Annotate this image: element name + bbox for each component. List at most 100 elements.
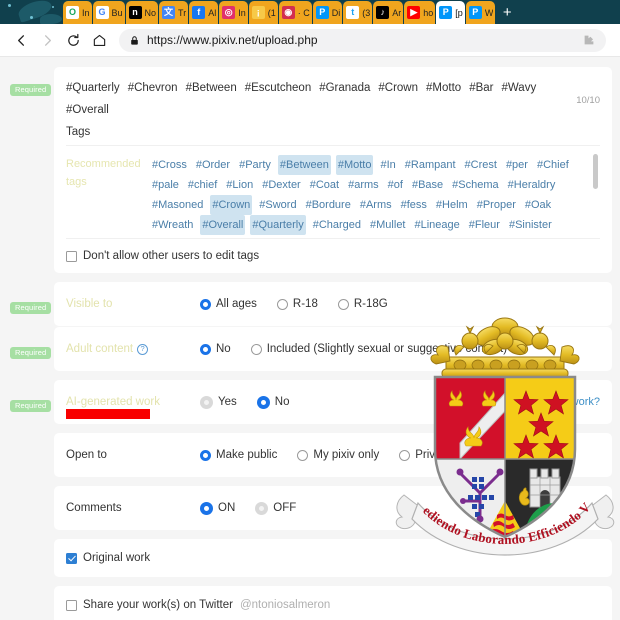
tag-chip[interactable]: #Crown [378,77,418,99]
browser-tab-4[interactable]: f Al [189,1,219,24]
recommended-tag[interactable]: #Masoned [150,195,205,215]
twitter-share-row[interactable]: Share your work(s) on Twitter @ntoniosal… [54,586,612,620]
adult-content-radio[interactable] [200,343,211,355]
visible-to-radio[interactable] [337,298,349,310]
recommended-tag[interactable]: #Crest [463,155,499,175]
browser-tab-7[interactable]: ◉ · C [278,1,312,24]
recommended-tag[interactable]: #Mullet [368,215,407,235]
home-icon[interactable] [86,27,112,53]
visible-to-option-2[interactable]: R-18G [337,298,388,310]
recommended-tag[interactable]: #Sinister [507,215,554,235]
recommended-tag[interactable]: #Helm [434,195,470,215]
ai-generated-option-0[interactable]: Yes [200,395,237,409]
recommended-tag[interactable]: #Overall [200,215,246,235]
recommended-tag[interactable]: #Decoration [353,235,416,236]
recommended-tag[interactable]: #Wreath [150,215,195,235]
recommended-tag[interactable]: #Chief [535,155,571,175]
recommended-tag[interactable]: #Crown [210,195,253,215]
visible-to-radio[interactable] [200,298,211,310]
recommended-tag[interactable]: #Bordure [304,195,353,215]
twitter-share-checkbox[interactable] [66,599,77,611]
tag-chip[interactable]: #Overall [66,99,109,121]
tags-input[interactable]: #Quarterly #Chevron #Between #Escutcheon #Gr… [66,77,600,143]
recommended-tag[interactable]: #Grand [226,235,267,236]
comments-radio-group[interactable]: ON OFF [200,501,600,515]
adult-content-option-1[interactable]: Included (Slightly sexual or suggestive … [250,343,507,355]
recommended-tag[interactable]: #Schema [450,175,500,195]
comments-radio[interactable] [255,501,269,515]
visible-to-option-1[interactable]: R-18 [276,298,318,310]
recommended-tag[interactable]: #Oak [523,195,553,215]
recommended-tag[interactable]: #Badge [489,235,531,236]
browser-tab-1[interactable]: G Bu [92,1,125,24]
recommended-tag[interactable]: #Heraldry [506,175,558,195]
adult-content-radio-group[interactable]: No Included (Slightly sexual or suggestiv… [200,343,600,355]
recommended-tag[interactable]: #Fleur [467,215,502,235]
question-mark-icon[interactable]: ? [137,343,149,355]
twitter-share-card[interactable]: Share your work(s) on Twitter @ntoniosal… [54,586,612,620]
recommended-tag[interactable]: #In [378,155,397,175]
recommended-tag[interactable]: #Dexter [260,175,303,195]
recommended-tag[interactable]: #Cross [150,155,189,175]
recommended-tag[interactable]: #Saltire [307,235,348,236]
comments-option-0[interactable]: ON [200,501,235,515]
back-arrow-icon[interactable] [8,27,34,53]
recommended-tag[interactable]: #Between [277,155,331,175]
recommended-tag[interactable]: #Motto [335,155,374,175]
browser-tab-0[interactable]: O In [63,1,92,24]
recommended-tag[interactable]: #fess [399,195,429,215]
recommended-tag[interactable]: #Base [410,175,445,195]
adult-content-radio[interactable] [250,343,262,355]
no-edit-tags-checkbox[interactable] [66,250,77,262]
recommended-tag[interactable]: #Order [194,155,232,175]
open-to-option-2[interactable]: Private [399,449,451,461]
browser-tab-10[interactable]: ♪ Ar [373,1,404,24]
ai-generated-option-1[interactable]: No [256,395,289,409]
open-to-option-0[interactable]: Make public [200,449,277,461]
recommended-tag[interactable]: #Party [237,155,273,175]
recommended-tag[interactable]: #of [386,175,405,195]
recommended-tag[interactable]: #Sword [257,195,298,215]
recommended-tag[interactable]: #pale [150,175,181,195]
tag-chip[interactable]: #Motto [426,77,461,99]
ai-generated-radio-group[interactable]: Yes No [200,395,465,409]
browser-tab-13[interactable]: PW [465,1,496,24]
bookmark-star-icon[interactable] [580,33,598,47]
original-work-checkbox[interactable] [66,552,77,564]
comments-radio[interactable] [200,501,213,515]
recommended-tag[interactable]: #chief [186,175,219,195]
original-work-card[interactable]: Original work [54,539,612,577]
recommended-tag[interactable]: #Arms [358,195,394,215]
open-to-radio-group[interactable]: Make public My pixiv only Private [200,449,600,461]
recommended-tag[interactable]: #Rampant [403,155,458,175]
what-is-ai-link[interactable]: What is AI-generated work? [465,396,600,408]
new-tab-button[interactable]: + [496,1,518,24]
recommended-tag[interactable]: #per [504,155,530,175]
tag-chip[interactable]: #Granada [319,77,370,99]
browser-tab-8[interactable]: P Di [312,1,343,24]
browser-tab-6[interactable]: ¡ (1 [248,1,278,24]
tags-card[interactable]: #Quarterly #Chevron #Between #Escutcheon #Gr… [54,67,612,273]
tag-chip[interactable]: #Quarterly [66,77,120,99]
ai-generated-radio[interactable] [200,395,213,409]
recommended-scrollbar[interactable] [593,154,598,228]
open-to-radio[interactable] [297,449,309,461]
no-edit-tags-row[interactable]: Don't allow other users to edit tags [66,238,600,273]
recommended-tag[interactable]: #Port [150,235,180,236]
recommended-tag[interactable]: #Sun [272,235,302,236]
open-to-radio[interactable] [399,449,411,461]
browser-tab-11[interactable]: ▶ ho [404,1,436,24]
recommended-tag[interactable]: #Lion [224,175,255,195]
tag-chip[interactable]: #Wavy [501,77,536,99]
recommended-tag[interactable]: #Castle [536,235,577,236]
recommended-tag[interactable]: #Proper [475,195,518,215]
visible-to-option-0[interactable]: All ages [200,298,257,310]
adult-content-option-0[interactable]: No [200,343,231,355]
tag-chip[interactable]: #Chevron [128,77,178,99]
tag-chip[interactable]: #Between [186,77,237,99]
scrollbar-thumb[interactable] [593,154,598,189]
browser-tab-5[interactable]: ◎ In [219,1,248,24]
recommended-tag[interactable]: #Lineage [413,215,462,235]
recommended-tag[interactable]: #Charged [311,215,363,235]
address-bar[interactable]: https://www.pixiv.net/upload.php [119,28,606,52]
